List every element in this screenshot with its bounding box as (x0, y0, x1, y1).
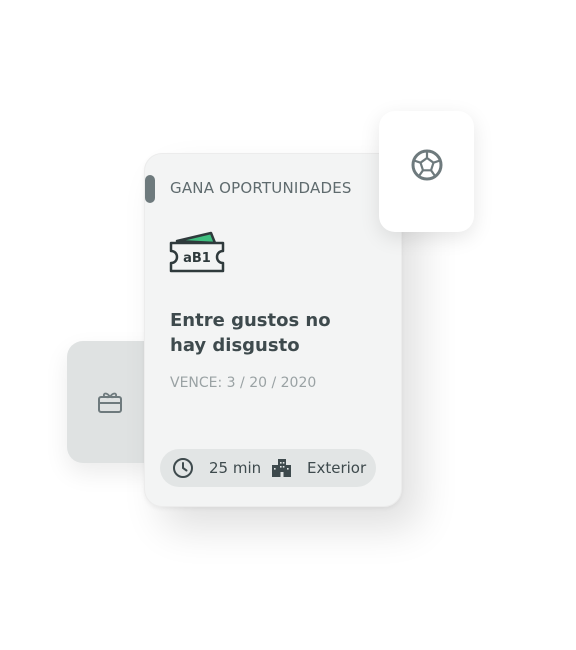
card-category: GANA OPORTUNIDADES (170, 179, 352, 197)
clock-icon (173, 458, 193, 478)
expiry-date: VENCE: 3 / 20 / 2020 (170, 375, 317, 391)
card-title-line-1: Entre gustos no (170, 310, 331, 331)
building-icon (272, 459, 291, 477)
sports-category-card[interactable] (379, 111, 474, 232)
ticket-icon: aB1 (169, 231, 225, 273)
location-label: Exterior (307, 459, 367, 477)
duration-label: 25 min (209, 459, 262, 477)
soccer-ball-icon (411, 149, 443, 181)
card-accent-bar (145, 175, 155, 203)
card-title: Entre gustos no hay disgusto (170, 308, 370, 358)
gift-card-icon (98, 392, 122, 413)
ticket-code: aB1 (183, 251, 211, 266)
details-pill: 25 min Exterior (160, 449, 376, 487)
card-title-line-2: hay disgusto (170, 335, 300, 356)
opportunity-card[interactable]: GANA OPORTUNIDADES aB1 Entre gustos no h… (144, 153, 402, 507)
